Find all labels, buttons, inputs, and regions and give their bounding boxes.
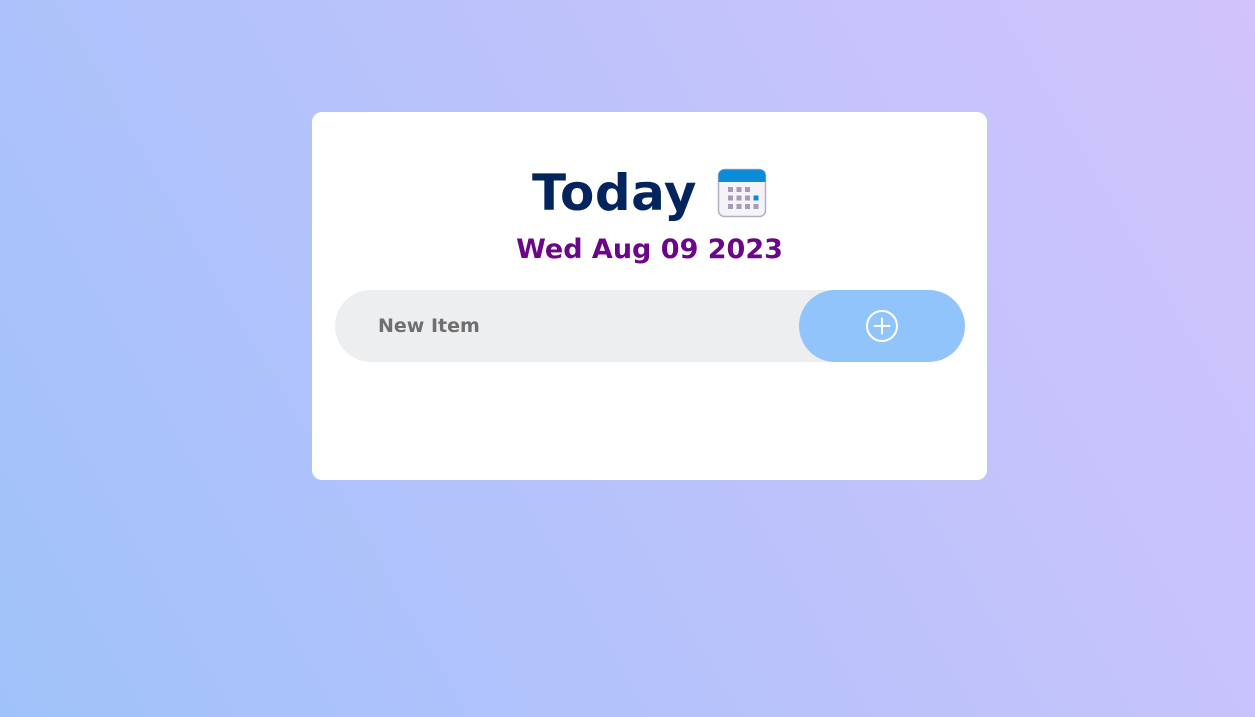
add-item-button[interactable] <box>799 290 965 362</box>
new-item-form <box>335 290 965 362</box>
current-date: Wed Aug 09 2023 <box>516 234 783 265</box>
header: Today <box>312 164 987 222</box>
plus-circle-icon <box>865 309 899 343</box>
page-title: Today <box>532 164 697 222</box>
new-item-input[interactable] <box>335 290 795 362</box>
todo-card: Today Wed Aug 09 2023 <box>312 112 987 480</box>
calendar-icon <box>717 168 767 218</box>
